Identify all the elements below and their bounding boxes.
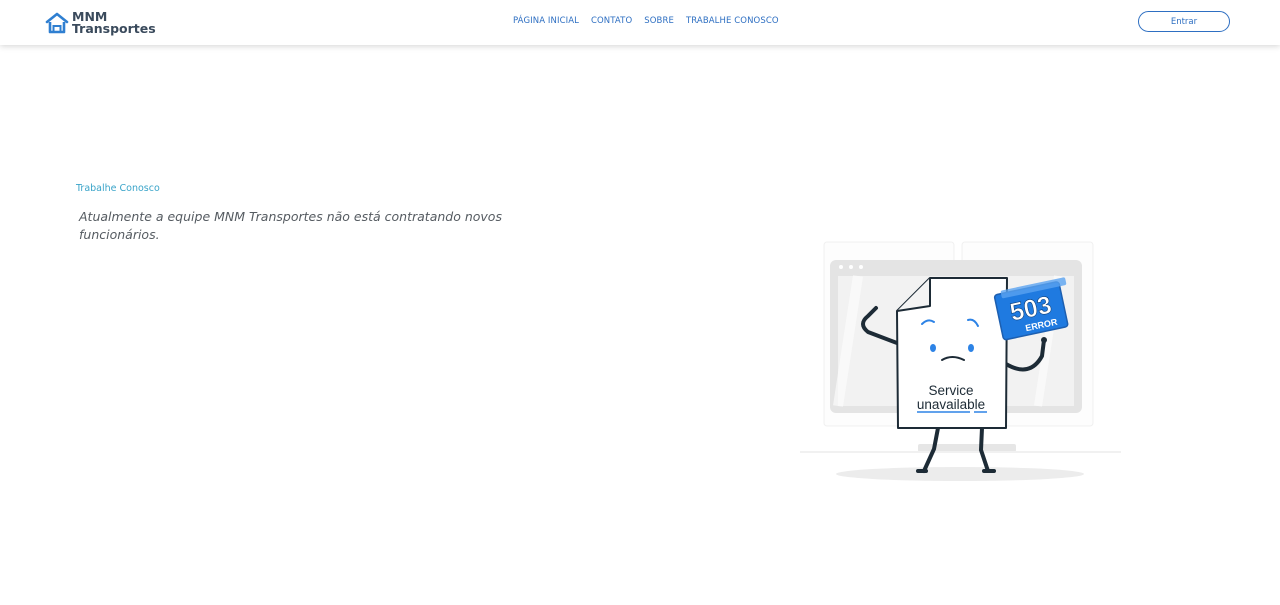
brand-logo-link[interactable]: MNM Transportes xyxy=(45,10,156,36)
error-503-illustration: Service unavailable 503 ERROR xyxy=(800,241,1121,481)
nav-link-careers[interactable]: TRABALHE CONOSCO xyxy=(686,16,779,26)
brand-name: MNM Transportes xyxy=(72,10,156,36)
caption-line-1: Service xyxy=(928,383,973,398)
brand-line-2: Transportes xyxy=(72,21,156,36)
site-header: MNM Transportes PÁGINA INICIAL CONTATO S… xyxy=(0,0,1280,45)
hiring-status-message: Atualmente a equipe MNM Transportes não … xyxy=(79,209,502,242)
nav-link-home[interactable]: PÁGINA INICIAL xyxy=(513,16,579,26)
main-nav: PÁGINA INICIAL CONTATO SOBRE TRABALHE CO… xyxy=(513,16,779,26)
house-logo-icon xyxy=(45,12,69,34)
service-unavailable-illustration: Service unavailable 503 ERROR xyxy=(798,236,1123,486)
section-label: Trabalhe Conosco xyxy=(76,183,160,194)
nav-link-about[interactable]: SOBRE xyxy=(644,16,674,26)
login-button[interactable]: Entrar xyxy=(1138,11,1230,32)
nav-link-contact[interactable]: CONTATO xyxy=(591,16,632,26)
caption-line-2: unavailable xyxy=(917,397,985,412)
